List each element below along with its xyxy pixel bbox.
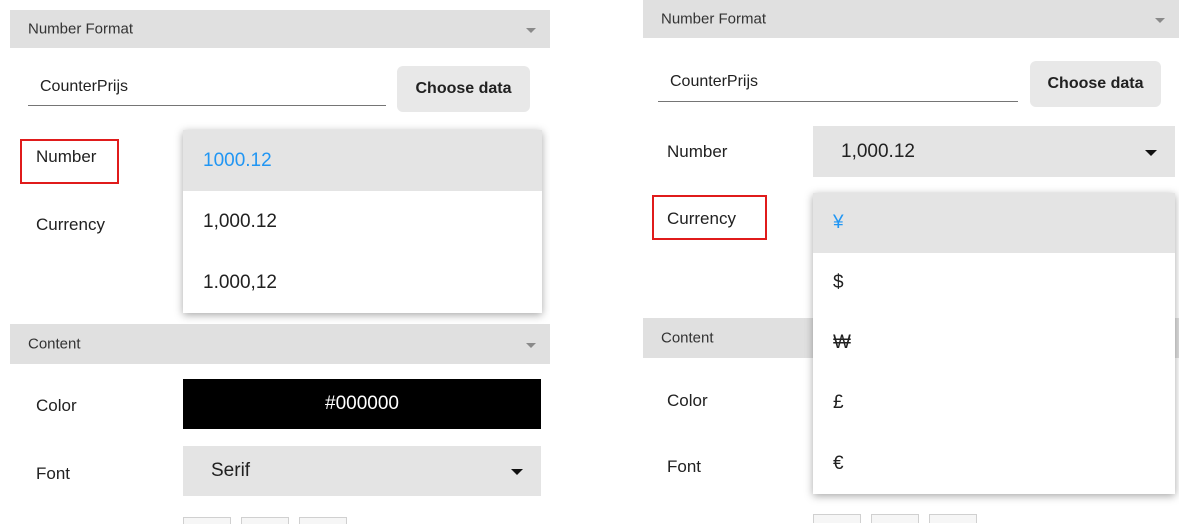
dropdown-option[interactable]: £ — [813, 373, 1175, 433]
font-label: Font — [36, 464, 71, 483]
dropdown-arrow-icon — [511, 469, 523, 475]
dropdown-option[interactable]: € — [813, 433, 1175, 494]
choose-data-button[interactable]: Choose data — [397, 66, 530, 112]
content-section-header[interactable]: Content — [10, 324, 550, 364]
dropdown-option[interactable]: $ — [813, 253, 1175, 313]
style-toggle[interactable] — [241, 517, 289, 524]
style-toggle[interactable] — [871, 514, 919, 523]
dropdown-option[interactable]: 1.000,12 — [183, 252, 542, 313]
currency-label-highlight — [652, 195, 767, 240]
dropdown-option[interactable]: 1000.12 — [183, 130, 542, 191]
number-format-select[interactable]: 1,000.12 — [813, 126, 1175, 177]
number-label: Number — [667, 142, 728, 161]
color-label: Color — [36, 396, 77, 415]
option-label: £ — [833, 392, 844, 413]
option-label: 1000.12 — [203, 149, 272, 171]
field-name-input[interactable] — [28, 68, 386, 106]
dropdown-option[interactable]: ¥ — [813, 193, 1175, 253]
style-toggle[interactable] — [813, 514, 861, 523]
style-toggle[interactable] — [299, 517, 347, 524]
section-title: Number Format — [661, 10, 767, 28]
option-label: 1.000,12 — [203, 271, 277, 293]
font-label: Font — [667, 457, 702, 476]
number-format-value: 1,000.12 — [841, 140, 915, 162]
color-picker[interactable]: #000000 — [183, 379, 541, 429]
number-label-highlight — [20, 139, 119, 184]
choose-data-button[interactable]: Choose data — [1030, 61, 1161, 107]
currency-label: Currency — [36, 215, 105, 234]
dropdown-option[interactable]: 1,000.12 — [183, 191, 542, 252]
option-label: $ — [833, 272, 844, 293]
dropdown-option[interactable]: ₩ — [813, 313, 1175, 373]
field-name-input[interactable] — [658, 62, 1018, 102]
option-label: ¥ — [833, 212, 844, 233]
right-properties-panel: Number Format Choose data Number 1,000.1… — [643, 0, 1179, 524]
color-label: Color — [667, 391, 708, 410]
option-label: 1,000.12 — [203, 210, 277, 232]
currency-dropdown-menu: ¥ $ ₩ £ € — [813, 193, 1175, 494]
number-format-section-header[interactable]: Number Format — [643, 0, 1179, 38]
font-value: Serif — [211, 460, 251, 481]
left-properties-panel: Number Format Choose data Number Currenc… — [10, 0, 550, 524]
collapse-caret-icon[interactable] — [526, 343, 536, 348]
option-label: ₩ — [833, 332, 851, 353]
section-title: Number Format — [28, 20, 134, 38]
number-format-section-header[interactable]: Number Format — [10, 10, 550, 48]
collapse-caret-icon[interactable] — [526, 28, 536, 33]
style-toggle[interactable] — [183, 517, 231, 524]
section-title: Content — [28, 335, 81, 353]
style-toggle[interactable] — [929, 514, 977, 523]
color-value: #000000 — [325, 393, 399, 414]
font-select[interactable]: Serif — [183, 446, 541, 496]
option-label: € — [833, 452, 844, 474]
dropdown-arrow-icon — [1145, 149, 1157, 156]
number-format-dropdown-menu: 1000.12 1,000.12 1.000,12 — [183, 130, 542, 313]
collapse-caret-icon[interactable] — [1155, 18, 1165, 23]
section-title: Content — [661, 329, 714, 347]
